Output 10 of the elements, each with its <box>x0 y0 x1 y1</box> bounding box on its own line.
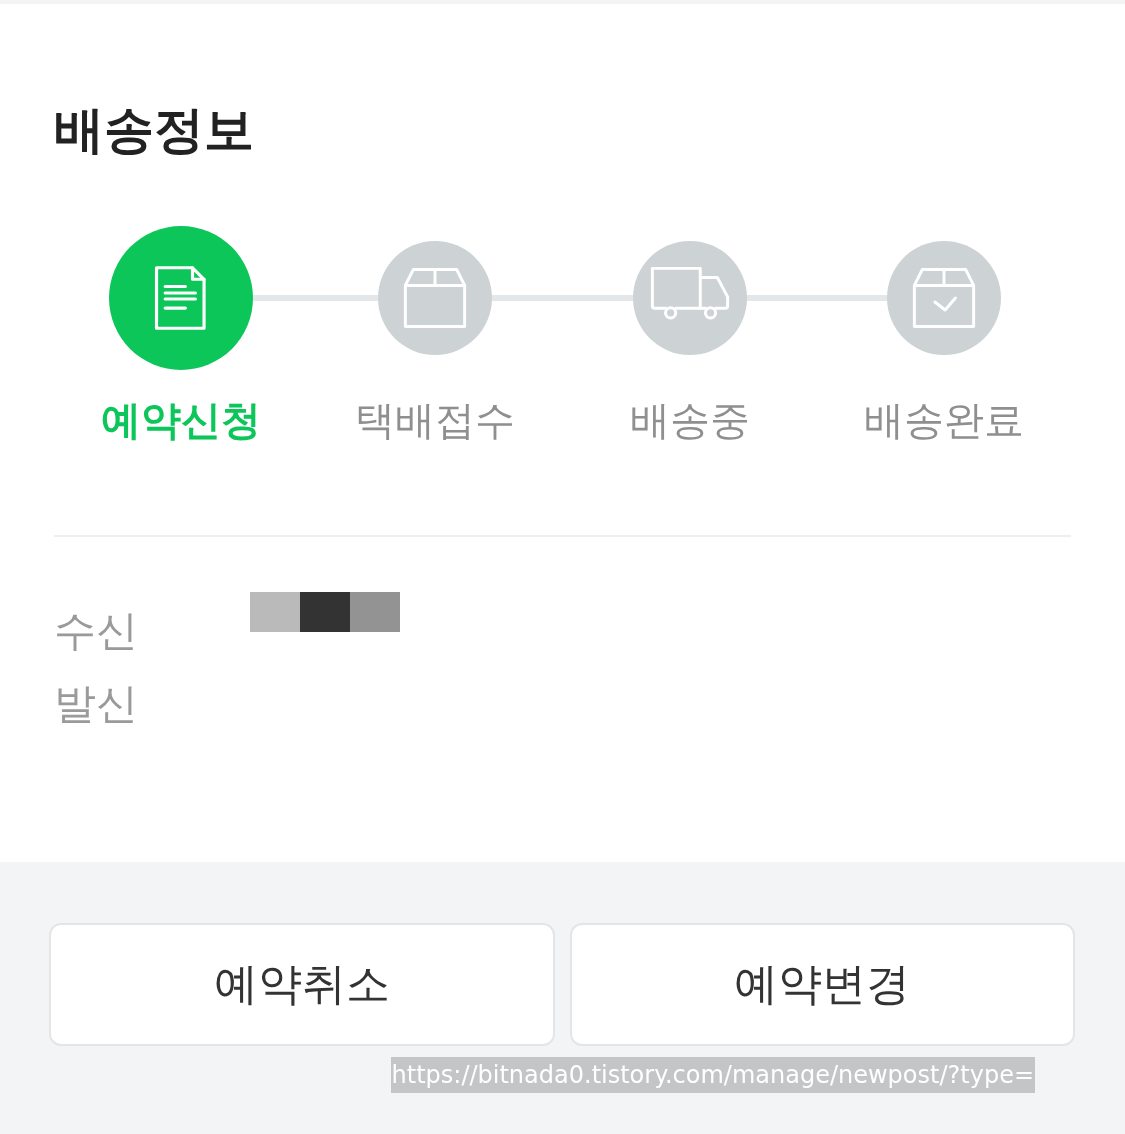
detail-label: 발신 <box>54 679 139 730</box>
detail-label: 수신 <box>54 606 139 657</box>
step-label: 배송중 <box>629 396 750 444</box>
action-button[interactable]: 예약변경 <box>569 922 1075 1046</box>
action-button[interactable]: 예약취소 <box>49 922 555 1046</box>
link-preview-url: https://bitnada0.tistory.com/manage/newpost/?type= <box>390 1056 1035 1093</box>
step-label: 택배접수 <box>355 396 516 444</box>
step-label: 배송완료 <box>863 396 1024 444</box>
step-label: 예약신청 <box>101 396 262 444</box>
section-title: 배송정보 <box>54 100 255 160</box>
